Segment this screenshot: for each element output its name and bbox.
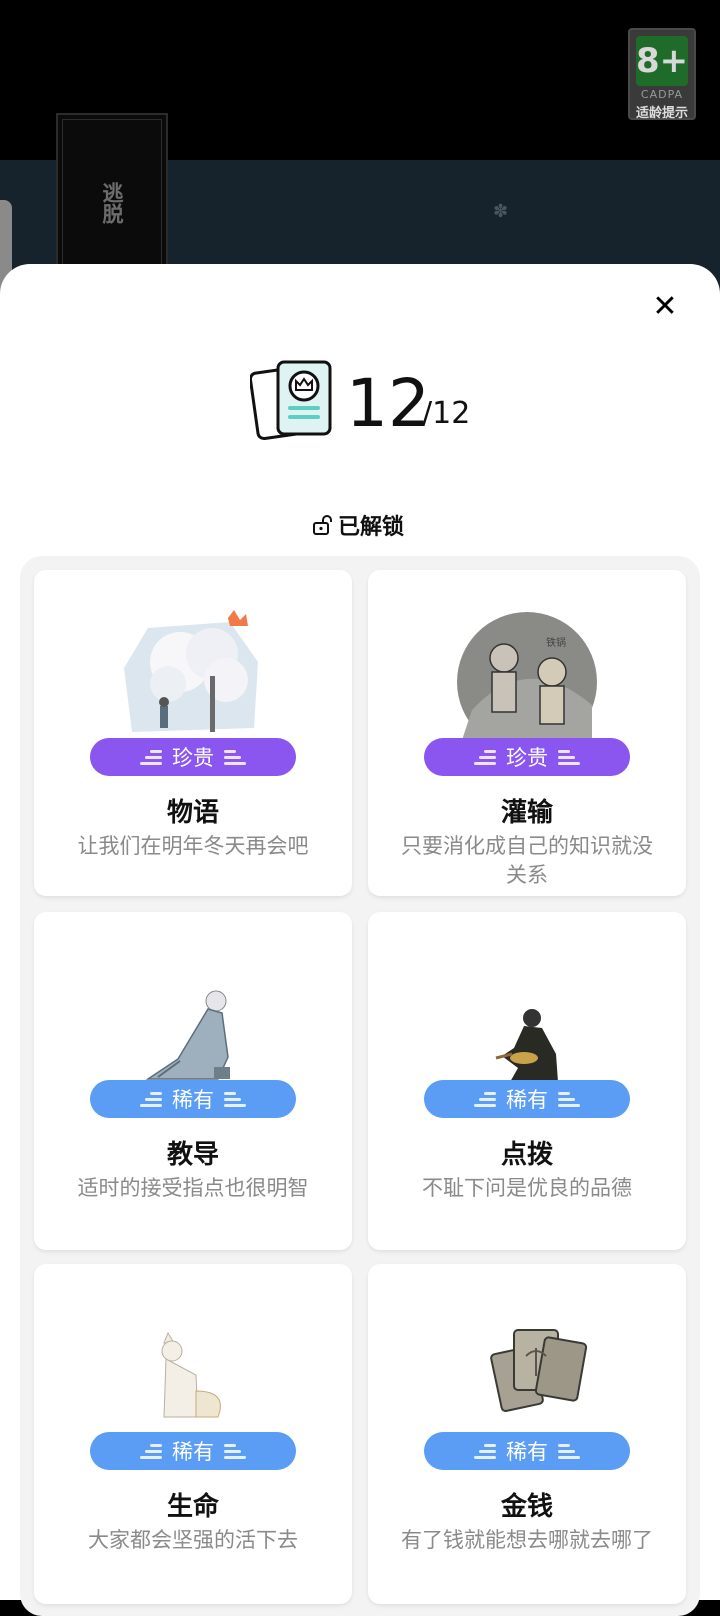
- age-rating-org: CADPA: [640, 88, 684, 101]
- bars-right-icon: [224, 748, 246, 766]
- rarity-badge: 稀有: [424, 1080, 630, 1118]
- rarity-label: 稀有: [506, 1440, 548, 1464]
- bars-left-icon: [140, 1090, 162, 1108]
- bars-right-icon: [224, 1442, 246, 1460]
- escape-button[interactable]: 逃脱: [56, 113, 168, 273]
- collection-card[interactable]: 稀有 点拨 不耻下问是优良的品德: [368, 912, 686, 1250]
- sketch-children-art: 铁锅: [457, 612, 597, 740]
- rarity-badge: 稀有: [424, 1432, 630, 1470]
- unlocked-label: 已解锁: [338, 515, 405, 540]
- collection-card[interactable]: 稀有 生命 大家都会坚强的活下去: [34, 1264, 352, 1604]
- card-description: 有了钱就能想去哪就去哪了: [401, 1528, 653, 1552]
- card-description: 让我们在明年冬天再会吧: [77, 834, 309, 858]
- sakura-tree-art: [124, 610, 258, 732]
- collection-card[interactable]: 铁锅 珍贵 灌输 只要消化成自己的知识就没关系: [368, 570, 686, 896]
- bars-right-icon: [558, 748, 580, 766]
- collection-card[interactable]: 稀有 金钱 有了钱就能想去哪就去哪了: [368, 1264, 686, 1604]
- rarity-badge: 稀有: [90, 1080, 296, 1118]
- card-description: 只要消化成自己的知识就没关系: [401, 834, 653, 887]
- card-title: 点拨: [500, 1140, 553, 1170]
- rarity-label: 稀有: [172, 1440, 214, 1464]
- age-rating-number: 8+: [636, 36, 688, 86]
- card-title: 教导: [166, 1140, 219, 1170]
- flower-icon: ✽: [493, 201, 509, 222]
- coins-art: [490, 1329, 588, 1412]
- age-rating-tip: 适龄提示: [635, 106, 688, 121]
- svg-text:铁锅: 铁锅: [546, 636, 566, 649]
- card-title: 灌输: [500, 798, 553, 828]
- bars-left-icon: [474, 748, 496, 766]
- bars-right-icon: [558, 1090, 580, 1108]
- fox-art: [161, 1331, 221, 1418]
- escape-label: 逃脱: [100, 182, 124, 224]
- card-description: 大家都会坚强的活下去: [88, 1528, 298, 1552]
- bars-left-icon: [140, 1442, 162, 1460]
- unlocked-filter[interactable]: 已解锁: [312, 510, 404, 540]
- bars-left-icon: [474, 1442, 496, 1460]
- rarity-badge: 珍贵: [90, 738, 296, 776]
- rarity-badge: 珍贵: [424, 738, 630, 776]
- unlocked-count: 12: [346, 365, 430, 442]
- card-title: 物语: [166, 798, 219, 828]
- rarity-label: 珍贵: [172, 746, 214, 770]
- card-description: 不耻下问是优良的品德: [422, 1176, 632, 1200]
- bars-left-icon: [474, 1090, 496, 1108]
- close-icon[interactable]: ✕: [650, 292, 680, 322]
- rarity-label: 稀有: [506, 1088, 548, 1112]
- card-title: 生命: [166, 1492, 219, 1522]
- rarity-badge: 稀有: [90, 1432, 296, 1470]
- card-description: 适时的接受指点也很明智: [77, 1176, 309, 1200]
- unlock-icon: [313, 515, 332, 535]
- collection-card[interactable]: 珍贵 物语 让我们在明年冬天再会吧: [34, 570, 352, 896]
- card-title: 金钱: [500, 1492, 553, 1522]
- age-rating-badge: 8+ CADPA 适龄提示: [628, 28, 696, 121]
- rarity-label: 珍贵: [506, 746, 548, 770]
- bars-right-icon: [558, 1442, 580, 1460]
- bars-right-icon: [224, 1090, 246, 1108]
- card-collection-icon: [250, 360, 332, 441]
- rarity-label: 稀有: [172, 1088, 214, 1112]
- bars-left-icon: [140, 748, 162, 766]
- collection-card[interactable]: 稀有 教导 适时的接受指点也很明智: [34, 912, 352, 1250]
- total-count: /12: [422, 396, 471, 431]
